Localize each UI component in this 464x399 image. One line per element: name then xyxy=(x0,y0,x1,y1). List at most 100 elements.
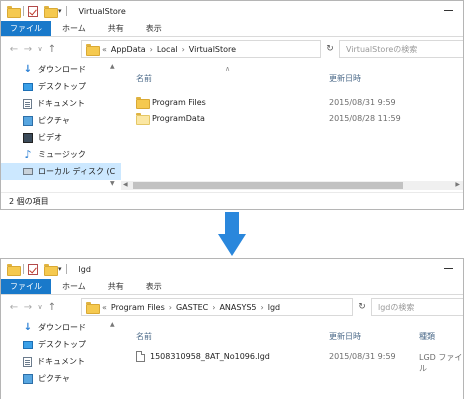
breadcrumb-separator-icon[interactable]: › xyxy=(169,303,172,312)
list-item[interactable]: Program Files xyxy=(136,95,206,109)
sidebar-item-label: ローカル ディスク (C xyxy=(38,167,116,176)
customize-dropdown-icon[interactable]: ▾ xyxy=(58,265,62,273)
breadcrumb-separator-icon[interactable]: › xyxy=(182,45,185,54)
refresh-icon[interactable]: ↻ xyxy=(355,302,369,312)
scrollbar-thumb[interactable] xyxy=(133,182,403,189)
download-icon: ↓ xyxy=(23,63,33,75)
scroll-up-icon[interactable]: ▲ xyxy=(110,63,115,70)
nav-scrollbar[interactable]: ▲ xyxy=(109,319,119,399)
list-item[interactable]: ProgramData xyxy=(136,111,205,125)
list-item[interactable]: 1508310958_8AT_No1096.lgd xyxy=(136,349,270,363)
scroll-down-icon[interactable]: ▼ xyxy=(110,180,115,187)
item-count: 2 個の項目 xyxy=(9,197,49,206)
tab-view[interactable]: 表示 xyxy=(135,279,173,294)
scroll-left-icon[interactable]: ◀ xyxy=(123,181,128,188)
minimize-button[interactable] xyxy=(444,268,453,269)
breadcrumb-lgd[interactable]: lgd xyxy=(268,303,280,312)
status-bar: 2 個の項目 xyxy=(1,192,463,209)
navigation-pane: ↓ ダウンロード デスクトップ ドキュメント ピクチャ ビデオ ♪ ミュージック… xyxy=(1,61,121,180)
breadcrumb-separator-icon[interactable]: › xyxy=(212,303,215,312)
address-bar[interactable]: « Program Files › GASTEC › ANASYS5 › lgd xyxy=(81,298,353,316)
sidebar-item-pictures[interactable]: ピクチャ xyxy=(1,112,121,129)
minimize-button[interactable] xyxy=(444,10,453,11)
tab-file[interactable]: ファイル xyxy=(1,279,51,294)
document-icon xyxy=(23,356,32,367)
sidebar-item-pictures[interactable]: ピクチャ xyxy=(1,370,121,387)
up-arrow-icon[interactable]: ↑ xyxy=(45,302,59,313)
properties-check-icon[interactable] xyxy=(28,5,38,17)
overflow-chevron[interactable]: « xyxy=(102,303,107,312)
sidebar-item-label: ビデオ xyxy=(38,133,62,142)
sidebar-item-label: デスクトップ xyxy=(38,82,86,91)
scroll-right-icon[interactable]: ▶ xyxy=(455,181,460,188)
document-icon xyxy=(23,98,32,109)
file-date: 2015/08/31 9:59 xyxy=(329,352,396,361)
new-folder-icon[interactable] xyxy=(44,6,58,18)
breadcrumb-virtualstore[interactable]: VirtualStore xyxy=(189,45,236,54)
nav-scrollbar[interactable]: ▲ ▼ xyxy=(109,61,119,189)
breadcrumb-program-files[interactable]: Program Files xyxy=(111,303,165,312)
navigation-row: ← → ∨ ↑ « Program Files › GASTEC › ANASY… xyxy=(1,295,463,319)
sidebar-item-downloads[interactable]: ↓ ダウンロード xyxy=(1,319,121,336)
tab-home[interactable]: ホーム xyxy=(51,21,97,36)
up-arrow-icon[interactable]: ↑ xyxy=(45,44,59,55)
sidebar-item-desktop[interactable]: デスクトップ xyxy=(1,336,121,353)
properties-check-icon[interactable] xyxy=(28,263,38,275)
picture-icon xyxy=(23,115,33,126)
tab-home[interactable]: ホーム xyxy=(51,279,97,294)
sidebar-item-label: ダウンロード xyxy=(38,65,86,74)
sort-up-icon: ∧ xyxy=(225,65,231,73)
desktop-icon xyxy=(23,340,33,349)
breadcrumb-local[interactable]: Local xyxy=(157,45,178,54)
refresh-icon[interactable]: ↻ xyxy=(323,44,337,54)
navigation-pane: ↓ ダウンロード デスクトップ ドキュメント ピクチャ xyxy=(1,319,121,387)
breadcrumb-separator-icon[interactable]: › xyxy=(150,45,153,54)
file-name: Program Files xyxy=(152,97,206,107)
tab-file[interactable]: ファイル xyxy=(1,21,51,36)
customize-dropdown-icon[interactable]: ▾ xyxy=(58,7,62,15)
sidebar-item-local-disk[interactable]: ローカル ディスク (C xyxy=(1,163,121,180)
column-header-name[interactable]: 名前 xyxy=(136,73,152,84)
forward-arrow-icon[interactable]: → xyxy=(21,302,35,313)
overflow-chevron[interactable]: « xyxy=(102,45,107,54)
search-input[interactable]: VirtualStoreの検索 xyxy=(339,40,463,58)
file-date: 2015/08/28 11:59 xyxy=(329,114,401,123)
sidebar-item-documents[interactable]: ドキュメント xyxy=(1,353,121,370)
title-bar: ▾ VirtualStore xyxy=(1,1,463,21)
file-type: LGD ファイル xyxy=(419,353,463,373)
scroll-up-icon[interactable]: ▲ xyxy=(110,321,115,328)
back-arrow-icon[interactable]: ← xyxy=(7,44,21,55)
breadcrumb-appdata[interactable]: AppData xyxy=(111,45,146,54)
desktop-icon xyxy=(23,82,33,91)
breadcrumb-anasys5[interactable]: ANASYS5 xyxy=(219,303,256,312)
breadcrumb-gastec[interactable]: GASTEC xyxy=(176,303,208,312)
sidebar-item-label: ピクチャ xyxy=(38,116,70,125)
sidebar-item-desktop[interactable]: デスクトップ xyxy=(1,78,121,95)
tab-share[interactable]: 共有 xyxy=(97,279,135,294)
column-header-type[interactable]: 種類 xyxy=(419,331,435,342)
sidebar-item-videos[interactable]: ビデオ xyxy=(1,129,121,146)
column-header-name[interactable]: 名前 xyxy=(136,331,152,342)
sidebar-item-music[interactable]: ♪ ミュージック xyxy=(1,146,121,163)
recent-dropdown-icon[interactable]: ∨ xyxy=(35,45,45,53)
ribbon-tabs: ファイル ホーム 共有 表示 xyxy=(1,279,463,295)
sidebar-item-downloads[interactable]: ↓ ダウンロード xyxy=(1,61,121,78)
quick-access-toolbar: ▾ xyxy=(7,263,71,276)
column-header-date[interactable]: 更新日時 xyxy=(329,73,361,84)
sidebar-item-documents[interactable]: ドキュメント xyxy=(1,95,121,112)
folder-icon xyxy=(7,6,21,18)
back-arrow-icon[interactable]: ← xyxy=(7,302,21,313)
tab-share[interactable]: 共有 xyxy=(97,21,135,36)
horizontal-scrollbar[interactable]: ◀ ▶ xyxy=(121,181,463,190)
forward-arrow-icon[interactable]: → xyxy=(21,44,35,55)
tab-view[interactable]: 表示 xyxy=(135,21,173,36)
address-bar[interactable]: « AppData › Local › VirtualStore xyxy=(81,40,321,58)
sidebar-item-label: ドキュメント xyxy=(37,357,85,366)
recent-dropdown-icon[interactable]: ∨ xyxy=(35,303,45,311)
column-header-date[interactable]: 更新日時 xyxy=(329,331,361,342)
new-folder-icon[interactable] xyxy=(44,264,58,276)
breadcrumb-separator-icon[interactable]: › xyxy=(261,303,264,312)
search-input[interactable]: lgdの検索 xyxy=(371,298,463,316)
sidebar-item-label: ドキュメント xyxy=(37,99,85,108)
address-folder-icon xyxy=(86,44,100,56)
